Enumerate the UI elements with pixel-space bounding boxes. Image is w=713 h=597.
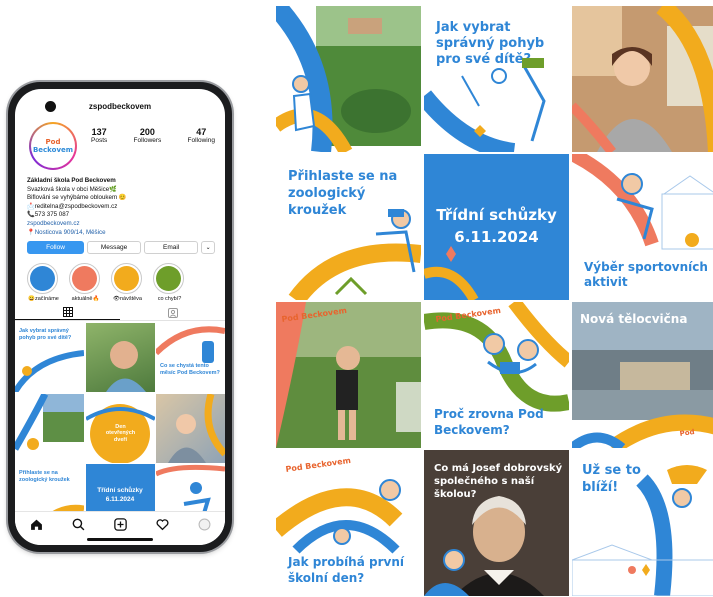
profile-icon[interactable] [198, 518, 211, 531]
feed-post-pohyb[interactable]: Jak vybrat správný pohyb pro své dítě? [424, 6, 569, 152]
svg-text:Pod Beckovem: Pod Beckovem [285, 456, 351, 474]
profile-actions: Follow Message Email ⌄ [27, 241, 216, 254]
follow-button[interactable]: Follow [27, 241, 85, 254]
feed-post-blizi[interactable]: Už se to blíží! [572, 450, 713, 596]
avatar[interactable]: Pod Beckovem [29, 122, 77, 170]
tab-tagged[interactable] [120, 305, 225, 320]
highlight-zaciname[interactable]: 😀začínáme [27, 263, 60, 302]
feed-post-proc[interactable]: Pod Beckovem Proč zrovna Pod Beckovem? [424, 302, 569, 448]
highlight-aktualne[interactable]: aktuálně🔥 [69, 263, 102, 302]
home-icon[interactable] [30, 518, 43, 531]
heart-icon[interactable] [156, 518, 169, 531]
feed-post-park[interactable] [276, 6, 421, 152]
bio-phone: 📞573 375 087 [27, 211, 70, 219]
feed-post-girl-library[interactable] [572, 6, 713, 152]
school-logo: Pod Beckovem [32, 138, 74, 154]
profile-stats: 137 Posts 200 Followers 47 Following [91, 127, 215, 144]
grid-post[interactable] [85, 323, 155, 392]
bio-line: Svazková škola v obci Měšice🌿 [27, 185, 117, 193]
grid-post[interactable]: Den otevřených dveří [85, 393, 155, 463]
bio-name: Základní škola Pod Beckovem [27, 177, 116, 184]
feed-post-komensky[interactable]: Co má Josef dobrovský společného s naší … [424, 450, 569, 596]
profile-tabs [15, 305, 225, 321]
stat-following[interactable]: 47 Following [188, 127, 215, 144]
instagram-feed-grid: Jak vybrat správný pohyb pro své dítě? P… [276, 6, 713, 596]
grid-post[interactable]: Co se chystá tento měsíc Pod Beckovem? [156, 323, 225, 392]
message-button[interactable]: Message [87, 241, 142, 254]
highlight-co-chybi[interactable]: co chybí? [153, 263, 186, 302]
instagram-profile-screen: zspodbeckovem Pod Beckovem 137 Posts 200… [15, 89, 225, 545]
search-icon[interactable] [72, 518, 85, 531]
bio-address[interactable]: 📍Nosticova 909/14, Měšice [27, 229, 217, 238]
stat-followers[interactable]: 200 Followers [133, 127, 161, 144]
post-grid: Jak vybrat správný pohyb pro své dítě? C… [15, 323, 225, 533]
feed-post-prvni-den[interactable]: Pod Beckovem Jak probíhá první školní de… [276, 450, 421, 596]
profile-bio: Základní škola Pod Beckovem Svazková ško… [27, 177, 217, 237]
feed-post-schuzky[interactable]: Třídní schůzky 6.11.2024 [424, 154, 569, 300]
chevron-down-icon[interactable]: ⌄ [201, 241, 216, 254]
new-post-icon[interactable] [113, 518, 127, 531]
tab-grid[interactable] [15, 305, 120, 320]
grid-icon [62, 307, 73, 317]
svg-text:Pod: Pod [679, 428, 695, 438]
phone-mockup: zspodbeckovem Pod Beckovem 137 Posts 200… [8, 82, 232, 552]
profile-username: zspodbeckovem [88, 102, 152, 111]
stat-posts[interactable]: 137 Posts [91, 127, 107, 144]
feed-post-telocvicna[interactable]: Pod Nová tělocvična [572, 302, 713, 448]
home-indicator [87, 538, 153, 541]
feed-post-krouzek[interactable]: Přihlaste se na zoologický kroužek [276, 154, 421, 300]
grid-post[interactable]: Jak vybrat správný pohyb pro své dítě? [15, 323, 84, 392]
feed-post-sport[interactable]: Výběr sportovních aktivit [572, 154, 713, 300]
bio-website-link[interactable]: zspodbeckovem.cz [27, 220, 217, 229]
highlight-navsteva[interactable]: 👁návštěva [111, 263, 144, 302]
email-button[interactable]: Email [144, 241, 199, 254]
feed-post-running-kids[interactable]: Pod Beckovem [276, 302, 421, 448]
grid-post[interactable] [156, 393, 225, 463]
tagged-person-icon [167, 307, 178, 318]
story-highlights: 😀začínáme aktuálně🔥 👁návštěva co chybí? [27, 263, 186, 302]
bio-line: Bifloväni se vyhýbáme obloukem 😊 [27, 194, 127, 202]
grid-post[interactable] [15, 393, 84, 463]
